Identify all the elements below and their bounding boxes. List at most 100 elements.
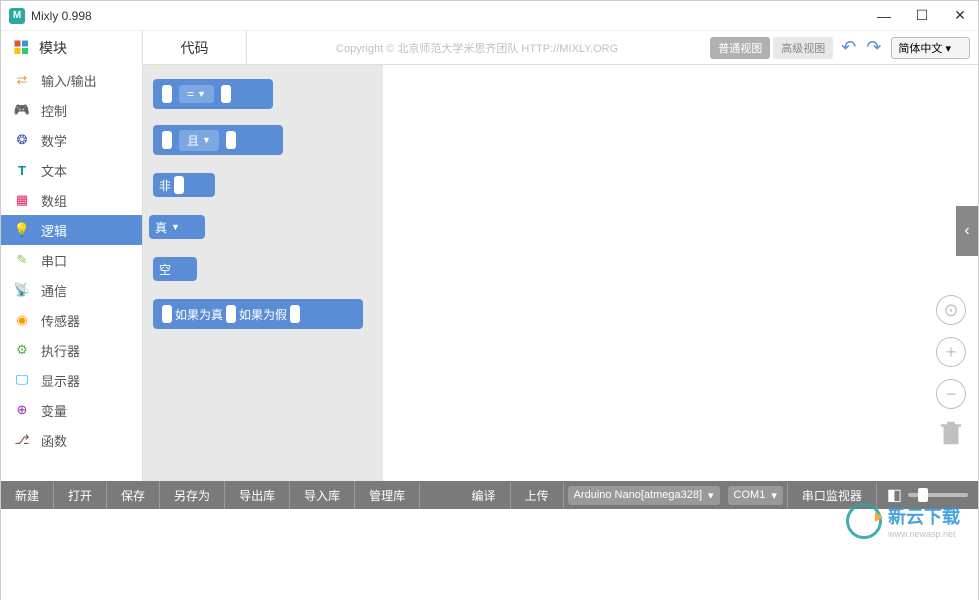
sidebar-item-label: 函数 <box>41 431 67 450</box>
sensor-icon: ◉ <box>13 311 31 329</box>
sidebar-item-serial[interactable]: ✎ 串口 <box>1 245 142 275</box>
app-icon: M <box>9 8 25 24</box>
math-icon: ❂ <box>13 131 31 149</box>
trash-icon[interactable] <box>936 416 966 455</box>
actuator-icon: ⚙ <box>13 341 31 359</box>
watermark: 新云下载 www.newasp.net <box>846 503 960 539</box>
undo-redo-group: ↶ ↷ <box>841 37 881 58</box>
normal-view-button[interactable]: 普通视图 <box>710 37 770 59</box>
watermark-logo-icon <box>846 503 882 539</box>
block-logic-not[interactable]: 非 <box>153 173 215 197</box>
import-button[interactable]: 导入库 <box>290 481 355 509</box>
zoom-slider-group: ◧ <box>877 485 978 505</box>
logic-icon: 💡 <box>13 221 31 239</box>
port-selected: COM1 <box>734 489 766 501</box>
upload-button[interactable]: 上传 <box>511 481 564 509</box>
io-icon: ⇄ <box>13 71 31 89</box>
copyright-text: Copyright © 北京师范大学米思齐团队 HTTP://MIXLY.ORG <box>247 40 707 56</box>
close-button[interactable]: ✕ <box>950 6 970 26</box>
serial-icon: ✎ <box>13 251 31 269</box>
sidebar-item-func[interactable]: ⎇ 函数 <box>1 425 142 455</box>
center-button[interactable]: ⊙ <box>936 295 966 325</box>
sidebar-item-label: 输入/输出 <box>41 71 97 90</box>
comm-icon: 📡 <box>13 281 31 299</box>
open-button[interactable]: 打开 <box>54 481 107 509</box>
new-button[interactable]: 新建 <box>1 481 54 509</box>
null-label: 空 <box>159 261 171 278</box>
workspace[interactable]: =▼ 且▼ 非 真▼ 空 如果为真如果为假 ⊙ + − <box>143 65 978 481</box>
if-false-label: 如果为假 <box>239 306 287 323</box>
block-bool-true[interactable]: 真▼ <box>149 215 205 239</box>
category-sidebar: ⇄输入/输出 🎮控制 ❂数学 T文本 ▦数组 💡逻辑 ✎串口 📡通信 ◉传感器 … <box>1 65 143 481</box>
sidebar-item-label: 数组 <box>41 191 67 210</box>
sidebar-item-label: 显示器 <box>41 371 80 390</box>
tab-blocks-label: 模块 <box>39 38 67 58</box>
compile-button[interactable]: 编译 <box>458 481 511 509</box>
sidebar-item-label: 传感器 <box>41 311 80 330</box>
sidebar-item-sensor[interactable]: ◉ 传感器 <box>1 305 142 335</box>
tab-blocks[interactable]: 模块 <box>1 31 143 65</box>
maximize-button[interactable]: ☐ <box>912 6 932 26</box>
zoom-out-button[interactable]: − <box>936 379 966 409</box>
block-ternary[interactable]: 如果为真如果为假 <box>153 299 363 329</box>
app-title: Mixly 0.998 <box>31 9 92 23</box>
display-icon: 🖵 <box>13 371 31 389</box>
view-mode-buttons: 普通视图 高级视图 <box>707 37 833 59</box>
if-true-label: 如果为真 <box>175 306 223 323</box>
collapse-panel-tab[interactable]: ‹ <box>956 206 978 256</box>
window-controls: — ☐ ✕ <box>874 6 970 26</box>
save-button[interactable]: 保存 <box>107 481 160 509</box>
board-selected: Arduino Nano[atmega328] <box>574 489 702 501</box>
language-selected: 简体中文 <box>898 43 942 55</box>
export-button[interactable]: 导出库 <box>225 481 290 509</box>
board-select[interactable]: Arduino Nano[atmega328]▾ <box>568 486 720 505</box>
sidebar-item-label: 变量 <box>41 401 67 420</box>
compare-op: = <box>187 87 194 101</box>
sidebar-item-label: 串口 <box>41 251 67 270</box>
sidebar-item-control[interactable]: 🎮控制 <box>1 95 142 125</box>
undo-icon[interactable]: ↶ <box>841 37 856 58</box>
logic-and-label: 且 <box>187 132 199 149</box>
block-flyout: =▼ 且▼ 非 真▼ 空 如果为真如果为假 <box>143 65 383 481</box>
sidebar-item-array[interactable]: ▦ 数组 <box>1 185 142 215</box>
sidebar-item-var[interactable]: ⊕变量 <box>1 395 142 425</box>
topbar: 模块 代码 Copyright © 北京师范大学米思齐团队 HTTP://MIX… <box>1 31 978 65</box>
block-null[interactable]: 空 <box>153 257 197 281</box>
manage-button[interactable]: 管理库 <box>355 481 420 509</box>
sidebar-item-label: 文本 <box>41 161 67 180</box>
sidebar-item-label: 逻辑 <box>41 221 67 240</box>
titlebar: M Mixly 0.998 — ☐ ✕ <box>1 1 978 31</box>
block-compare[interactable]: =▼ <box>153 79 273 109</box>
array-icon: ▦ <box>13 191 31 209</box>
saveas-button[interactable]: 另存为 <box>160 481 225 509</box>
sidebar-item-label: 通信 <box>41 281 67 300</box>
zoom-in-button[interactable]: + <box>936 337 966 367</box>
watermark-subtext: www.newasp.net <box>888 529 960 539</box>
language-select[interactable]: 简体中文 ▾ <box>891 37 970 59</box>
sidebar-item-logic[interactable]: 💡 逻辑 <box>1 215 142 245</box>
sidebar-item-label: 控制 <box>41 101 67 120</box>
bottombar: 新建 打开 保存 另存为 导出库 导入库 管理库 编译 上传 Arduino N… <box>1 481 978 509</box>
bool-true-label: 真 <box>155 219 167 236</box>
workspace-controls: ⊙ + − <box>936 295 966 409</box>
text-icon: T <box>13 161 31 179</box>
sidebar-item-actuator[interactable]: ⚙ 执行器 <box>1 335 142 365</box>
puzzle-icon <box>13 39 31 57</box>
zoom-slider[interactable] <box>908 493 968 497</box>
sidebar-item-display[interactable]: 🖵 显示器 <box>1 365 142 395</box>
sidebar-item-math[interactable]: ❂数学 <box>1 125 142 155</box>
zoom-reset-icon[interactable]: ◧ <box>887 485 902 505</box>
main-area: ⇄输入/输出 🎮控制 ❂数学 T文本 ▦数组 💡逻辑 ✎串口 📡通信 ◉传感器 … <box>1 65 978 481</box>
advanced-view-button[interactable]: 高级视图 <box>773 37 833 59</box>
port-select[interactable]: COM1▾ <box>728 486 783 505</box>
sidebar-item-text[interactable]: T 文本 <box>1 155 142 185</box>
tab-code[interactable]: 代码 <box>143 31 247 65</box>
sidebar-item-label: 执行器 <box>41 341 80 360</box>
minimize-button[interactable]: — <box>874 6 894 26</box>
block-logic-and[interactable]: 且▼ <box>153 125 283 155</box>
sidebar-item-io[interactable]: ⇄ 输入/输出 <box>1 65 142 95</box>
func-icon: ⎇ <box>13 431 31 449</box>
logic-not-label: 非 <box>159 177 171 194</box>
sidebar-item-comm[interactable]: 📡 通信 <box>1 275 142 305</box>
redo-icon[interactable]: ↷ <box>866 37 881 58</box>
